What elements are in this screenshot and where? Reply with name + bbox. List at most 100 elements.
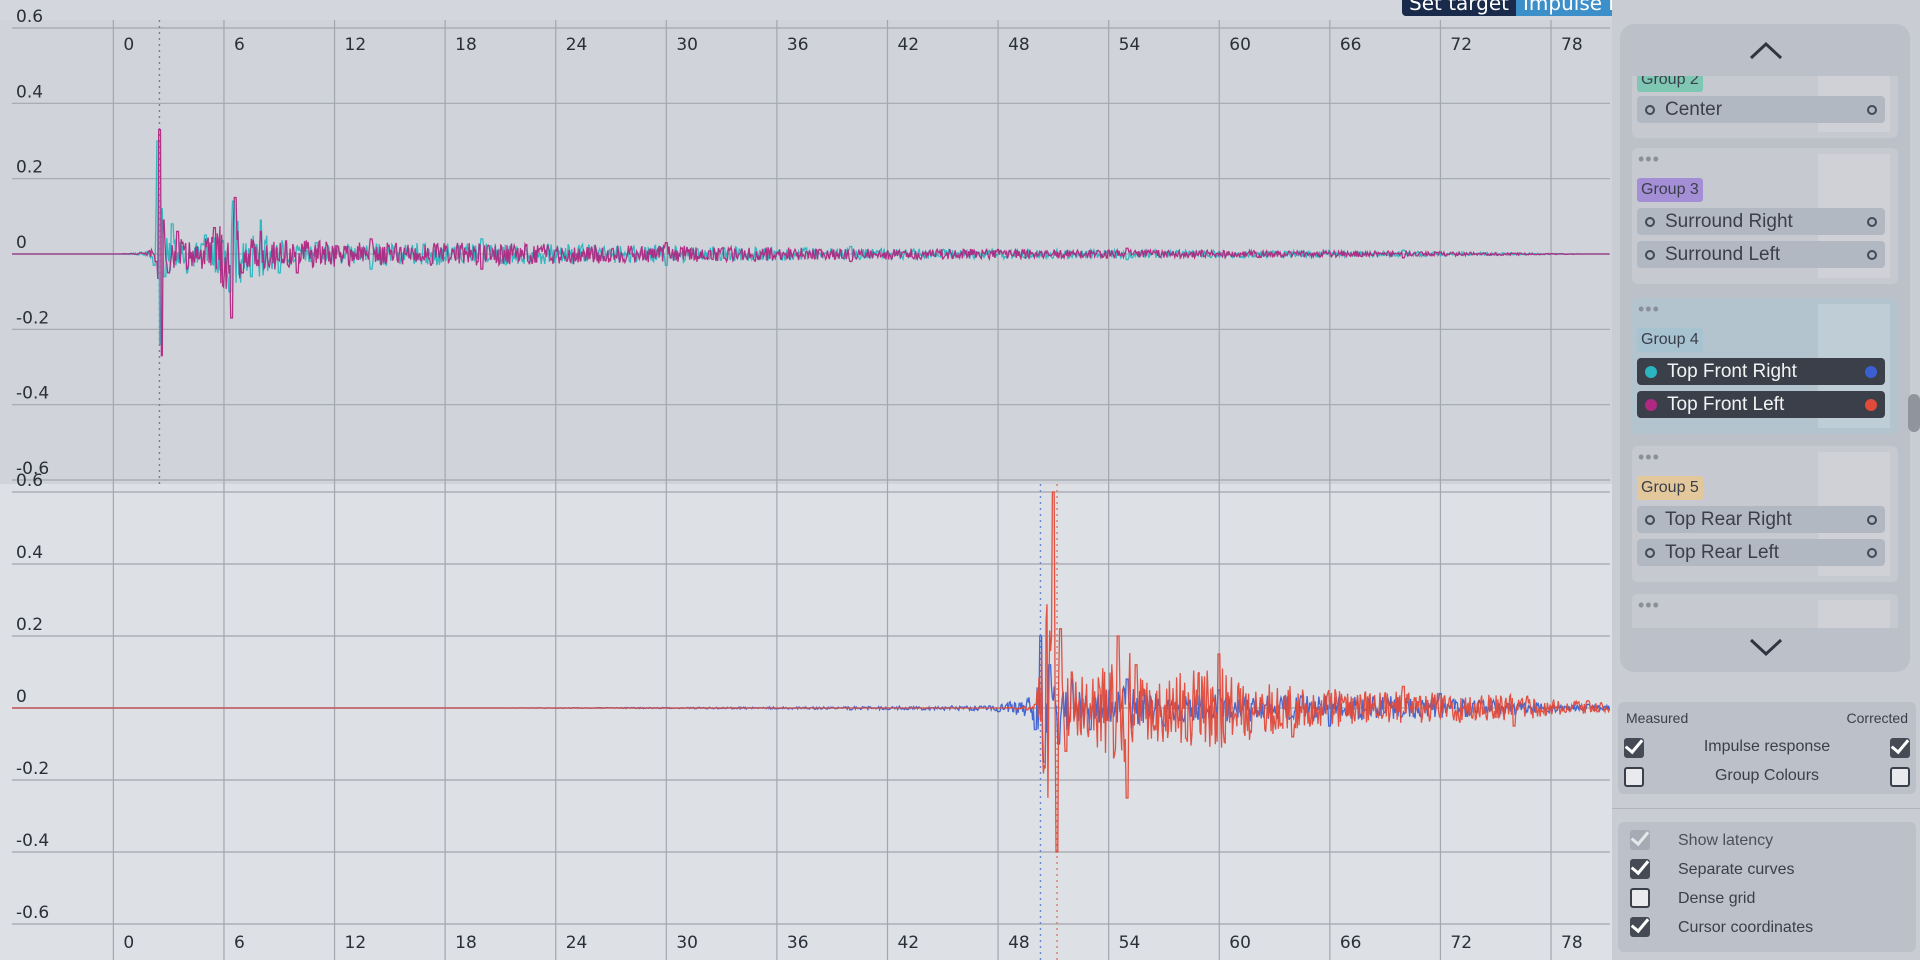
x-tick-label: 36 xyxy=(787,933,809,953)
group-menu-dots-icon[interactable]: ••• xyxy=(1638,150,1660,168)
x-tick-label: 24 xyxy=(566,35,588,55)
x-tick-label: 18 xyxy=(455,933,477,953)
group-menu-dots-icon[interactable]: ••• xyxy=(1638,448,1660,466)
curve-option-label: Impulse response xyxy=(1703,738,1831,755)
measured-toggle-icon[interactable] xyxy=(1645,514,1655,525)
corrected-toggle-icon[interactable] xyxy=(1867,514,1877,525)
setting-row: Show latency xyxy=(1618,826,1916,854)
channel-row[interactable]: Surround Right xyxy=(1637,208,1885,235)
setting-row: Cursor coordinates xyxy=(1618,913,1916,941)
x-tick-label: 48 xyxy=(1008,35,1030,55)
corrected-toggle-icon[interactable] xyxy=(1867,249,1877,260)
channel-row[interactable]: Surround Left xyxy=(1637,241,1885,268)
group-column-slot xyxy=(1818,600,1854,628)
group-card[interactable]: Group 2 Center xyxy=(1632,76,1898,138)
checkmark-icon xyxy=(1630,913,1650,934)
corrected-checkbox[interactable] xyxy=(1890,734,1910,758)
measured-color-swatch[interactable] xyxy=(1645,398,1657,411)
x-tick-label: 48 xyxy=(1008,933,1030,953)
x-tick-label: 18 xyxy=(455,35,477,55)
channel-row[interactable]: Top Rear Left xyxy=(1637,539,1885,566)
measured-toggle-icon[interactable] xyxy=(1645,249,1655,260)
group-card[interactable]: ••• xyxy=(1632,594,1898,628)
x-tick-label: 78 xyxy=(1561,35,1583,55)
y-tick-label: 0.4 xyxy=(16,543,43,563)
x-tick-label: 78 xyxy=(1561,933,1583,953)
channel-name: Center xyxy=(1665,98,1723,120)
x-tick-label: 72 xyxy=(1450,35,1472,55)
channel-row[interactable]: Top Front Left xyxy=(1637,391,1885,418)
group-menu-dots-icon[interactable]: ••• xyxy=(1638,300,1660,318)
x-tick-label: 6 xyxy=(234,933,245,953)
curve-option-row: Group Colours xyxy=(1618,765,1916,789)
y-tick-label: 0 xyxy=(16,233,27,253)
x-tick-label: 66 xyxy=(1340,35,1362,55)
group-list[interactable]: Group 2 Center ••• Group 3 Surround Right Sur… xyxy=(1620,24,1910,672)
setting-label: Cursor coordinates xyxy=(1678,919,1814,936)
setting-checkbox[interactable] xyxy=(1630,855,1650,879)
x-tick-label: 60 xyxy=(1229,933,1251,953)
group-card[interactable]: ••• Group 4 Top Front Right Top Front Left xyxy=(1632,298,1898,434)
checkmark-icon xyxy=(1630,826,1650,847)
group-label: Group 3 xyxy=(1637,178,1703,202)
corrected-color-swatch[interactable] xyxy=(1865,365,1877,378)
x-tick-label: 12 xyxy=(345,933,367,953)
channel-row[interactable]: Top Front Right xyxy=(1637,358,1885,385)
y-tick-label: 0.6 xyxy=(16,7,43,27)
channel-name: Top Front Right xyxy=(1667,360,1797,382)
channel-row[interactable]: Top Rear Right xyxy=(1637,506,1885,533)
y-tick-label: -0.4 xyxy=(16,384,49,404)
checkmark-icon xyxy=(1890,734,1910,755)
setting-row: Dense grid xyxy=(1618,886,1916,912)
setting-checkbox[interactable] xyxy=(1630,913,1650,937)
plot-background xyxy=(0,484,1612,960)
corrected-toggle-icon[interactable] xyxy=(1867,104,1877,115)
corrected-toggle-icon[interactable] xyxy=(1867,547,1877,558)
y-tick-label: -0.4 xyxy=(16,831,49,851)
tab-set-target[interactable]: Set target xyxy=(1402,0,1517,16)
y-tick-label: 0.6 xyxy=(16,471,43,491)
corrected-checkbox[interactable] xyxy=(1890,767,1910,787)
measured-toggle-icon[interactable] xyxy=(1645,216,1655,227)
scrollbar-track[interactable] xyxy=(1908,24,1918,672)
group-card[interactable]: ••• Group 5 Top Rear Right Top Rear Left xyxy=(1632,446,1898,582)
group-label: Group 4 xyxy=(1637,328,1703,352)
display-settings: Show latency Separate curves Dense grid Cur… xyxy=(1618,822,1916,952)
group-column-slot xyxy=(1854,600,1890,628)
channel-name: Top Rear Left xyxy=(1665,541,1780,563)
x-tick-label: 12 xyxy=(345,35,367,55)
impulse-response-chart[interactable]: 0 6 12 18 24 30 36 42 48 54 60 66 72 780.60.40.20-0.2… xyxy=(0,0,1612,960)
y-tick-label: 0.2 xyxy=(16,615,43,635)
impulse-response-plot-area[interactable]: 0 6 12 18 24 30 36 42 48 54 60 66 72 78 0.6 0.4 0.2 0 -0.2… xyxy=(0,0,1707,960)
corrected-color-swatch[interactable] xyxy=(1865,398,1877,411)
curve-options: Measured Corrected Impulse response Group… xyxy=(1618,702,1916,794)
chevron-down-icon[interactable] xyxy=(1746,636,1786,658)
measured-toggle-icon[interactable] xyxy=(1645,547,1655,558)
x-tick-label: 6 xyxy=(234,35,245,55)
chart-top-strip xyxy=(0,0,1612,20)
corrected-toggle-icon[interactable] xyxy=(1867,216,1877,227)
group-label: Group 2 xyxy=(1637,76,1703,92)
chevron-up-icon[interactable] xyxy=(1746,40,1786,62)
group-menu-dots-icon[interactable]: ••• xyxy=(1638,596,1660,614)
x-tick-label: 42 xyxy=(897,35,919,55)
scrollbar-thumb[interactable] xyxy=(1908,394,1920,432)
setting-label: Dense grid xyxy=(1678,890,1756,907)
measured-color-swatch[interactable] xyxy=(1645,365,1657,378)
channel-name: Surround Right xyxy=(1665,210,1793,232)
x-tick-label: 30 xyxy=(676,933,698,953)
x-tick-label: 72 xyxy=(1450,933,1472,953)
setting-label: Show latency xyxy=(1678,832,1774,849)
x-tick-label: 66 xyxy=(1340,933,1362,953)
channel-row[interactable]: Center xyxy=(1637,96,1885,123)
y-tick-label: 0.2 xyxy=(16,158,43,178)
setting-label: Separate curves xyxy=(1678,861,1795,878)
x-tick-label: 0 xyxy=(123,933,134,953)
x-tick-label: 54 xyxy=(1119,933,1141,953)
setting-checkbox[interactable] xyxy=(1630,888,1650,908)
y-tick-label: -0.6 xyxy=(16,903,49,923)
corrected-header: Corrected xyxy=(1846,710,1908,726)
x-tick-label: 30 xyxy=(676,35,698,55)
group-card[interactable]: ••• Group 3 Surround Right Surround Left xyxy=(1632,148,1898,284)
measured-toggle-icon[interactable] xyxy=(1645,104,1655,115)
